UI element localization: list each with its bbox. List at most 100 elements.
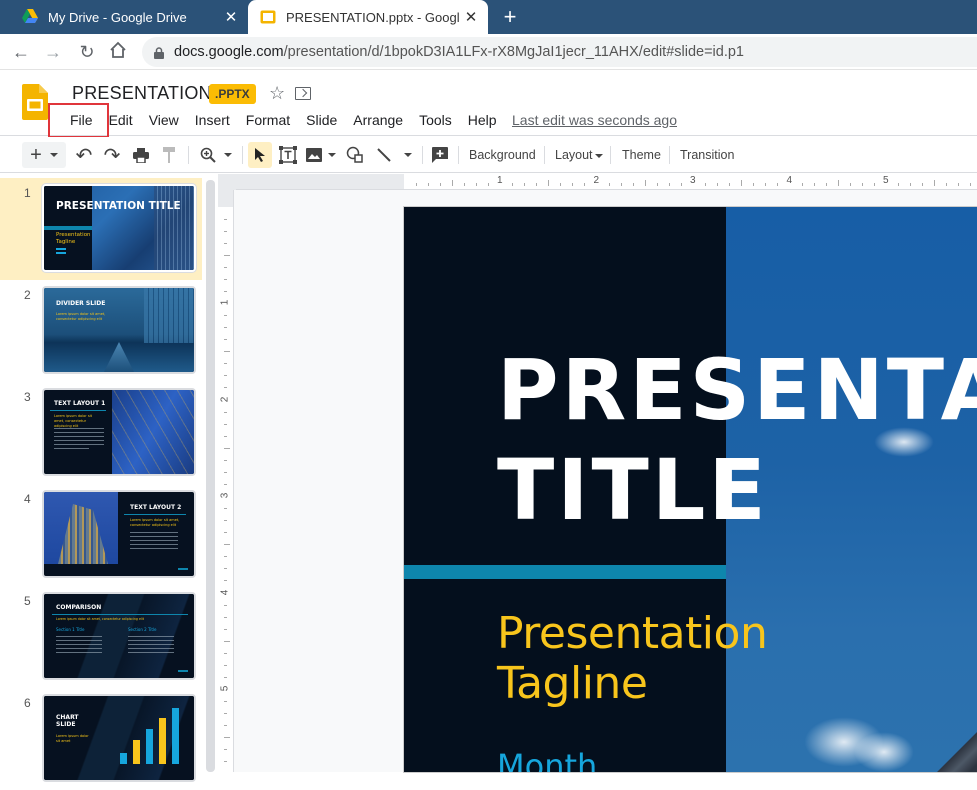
ruler-tick <box>487 183 489 186</box>
star-icon[interactable]: ☆ <box>269 83 285 104</box>
ruler-tick <box>224 749 227 751</box>
back-icon[interactable]: ← <box>10 41 32 63</box>
background-button[interactable]: Background <box>469 142 536 168</box>
ruler-tick <box>224 423 227 425</box>
google-slides-logo[interactable] <box>22 84 48 120</box>
reload-icon[interactable]: ↻ <box>76 41 98 63</box>
vertical-ruler[interactable]: 1 2 3 4 5 <box>218 190 234 772</box>
menu-tools[interactable]: Tools <box>411 110 460 130</box>
move-to-folder-icon[interactable] <box>295 87 311 100</box>
add-comment-icon[interactable] <box>429 142 451 168</box>
undo-icon[interactable]: ↶ <box>72 142 96 168</box>
slide-tagline[interactable]: Presentation Tagline <box>497 609 768 709</box>
slide-thumbnail-5[interactable]: 5 COMPARISON Lorem ipsum dolor sit amet,… <box>0 586 202 688</box>
menu-format[interactable]: Format <box>238 110 298 130</box>
browser-tab-google-drive[interactable]: My Drive - Google Drive ✕ <box>0 0 248 34</box>
document-title[interactable]: PRESENTATION <box>72 83 212 104</box>
ruler-tick <box>224 508 227 510</box>
print-icon[interactable] <box>129 142 153 168</box>
chevron-down-icon[interactable] <box>49 153 58 157</box>
new-slide-button[interactable]: + <box>22 142 66 168</box>
ruler-tick <box>224 737 230 739</box>
ruler-tick <box>705 183 707 186</box>
redo-icon[interactable]: ↷ <box>100 142 124 168</box>
close-tab-icon[interactable]: ✕ <box>220 8 242 26</box>
ruler-tick <box>729 183 731 186</box>
slide-number: 1 <box>24 186 31 200</box>
browser-tab-presentation[interactable]: PRESENTATION.pptx - Google Sli ✕ <box>248 0 488 34</box>
ruler-tick <box>560 183 562 186</box>
home-icon[interactable] <box>107 41 129 63</box>
menu-bar: File Edit View Insert Format Slide Arran… <box>62 110 505 130</box>
ruler-tick <box>644 180 646 186</box>
menu-view[interactable]: View <box>141 110 187 130</box>
ruler-tick <box>224 447 230 449</box>
new-tab-button[interactable]: + <box>496 4 524 30</box>
ruler-tick <box>910 183 912 186</box>
toolbar-divider <box>610 146 611 164</box>
ruler-tick <box>224 375 227 377</box>
thumbnail-preview: TEXT LAYOUT 1 Lorem ipsum dolor sit amet… <box>42 388 196 476</box>
ruler-tick <box>224 664 227 666</box>
ruler-tick <box>224 242 227 244</box>
ruler-tick <box>224 266 227 268</box>
url-text: docs.google.com/presentation/d/1bpokD3IA… <box>174 44 744 60</box>
ruler-tick <box>427 183 429 186</box>
ruler-label: 2 <box>219 396 231 402</box>
line-icon <box>377 148 391 162</box>
menu-slide[interactable]: Slide <box>298 110 345 130</box>
shape-icon[interactable] <box>344 142 366 168</box>
chevron-down-icon[interactable] <box>328 153 336 157</box>
slide-thumbnail-1[interactable]: 1 PRESENTATION TITLE Presentation Taglin… <box>0 178 202 280</box>
menu-help[interactable]: Help <box>460 110 505 130</box>
slide-thumbnail-3[interactable]: 3 TEXT LAYOUT 1 Lorem ipsum dolor sit am… <box>0 382 202 484</box>
toolbar-divider <box>422 146 423 164</box>
ruler-tick <box>536 183 538 186</box>
text-box-icon[interactable] <box>277 142 299 168</box>
slide-month-text[interactable]: Month <box>497 747 597 772</box>
ruler-tick <box>439 183 441 186</box>
ruler-tick <box>224 604 227 606</box>
chevron-down-icon[interactable] <box>224 153 232 157</box>
theme-button[interactable]: Theme <box>622 142 661 168</box>
url-input[interactable]: docs.google.com/presentation/d/1bpokD3IA… <box>142 37 977 67</box>
slide-thumbnail-4[interactable]: 4 TEXT LAYOUT 2 Lorem ipsum dolor sit am… <box>0 484 202 586</box>
select-tool-button[interactable] <box>248 142 272 168</box>
toolbar-divider <box>544 146 545 164</box>
ruler-tick <box>825 183 827 186</box>
ruler-tick <box>680 183 682 186</box>
zoom-button[interactable] <box>196 142 236 168</box>
ruler-tick <box>224 616 227 618</box>
menu-insert[interactable]: Insert <box>187 110 238 130</box>
layout-button[interactable]: Layout <box>555 142 603 168</box>
ruler-tick <box>512 183 514 186</box>
last-edit-link[interactable]: Last edit was seconds ago <box>512 110 677 130</box>
line-tool-button[interactable] <box>373 142 415 168</box>
slide-title[interactable]: PRESENTATION TITLE <box>497 340 977 540</box>
ruler-label: 1 <box>219 299 231 306</box>
ruler-tick <box>224 278 227 280</box>
slide-canvas[interactable]: PRESENTATION TITLE Presentation Tagline … <box>404 207 977 772</box>
close-tab-icon[interactable]: ✕ <box>460 8 482 26</box>
menu-arrange[interactable]: Arrange <box>345 110 411 130</box>
ruler-tick <box>224 459 227 461</box>
filmstrip-scrollbar[interactable] <box>206 180 215 772</box>
slide-number: 2 <box>24 288 31 302</box>
forward-icon[interactable]: → <box>42 41 64 63</box>
paint-format-icon[interactable] <box>157 142 181 168</box>
ruler-label: 3 <box>219 492 231 499</box>
thumbnail-bar-chart <box>118 706 188 768</box>
transition-button[interactable]: Transition <box>680 142 734 168</box>
toolbar-divider <box>458 146 459 164</box>
google-drive-icon <box>22 9 38 25</box>
ruler-tick <box>224 435 227 437</box>
slide-thumbnail-6[interactable]: 6 CHART SLIDE Lorem ipsum dolor sit amet <box>0 688 202 790</box>
slide-number: 5 <box>24 594 31 608</box>
slide-thumbnail-2[interactable]: 2 DIVIDER SLIDE Lorem ipsum dolor sit am… <box>0 280 202 382</box>
insert-image-button[interactable] <box>304 142 338 168</box>
ruler-tick <box>572 183 574 186</box>
ruler-tick <box>224 339 227 341</box>
horizontal-ruler[interactable]: 1 2 3 4 5 <box>236 174 977 190</box>
chevron-down-icon[interactable] <box>404 153 412 157</box>
ruler-tick <box>777 183 779 186</box>
